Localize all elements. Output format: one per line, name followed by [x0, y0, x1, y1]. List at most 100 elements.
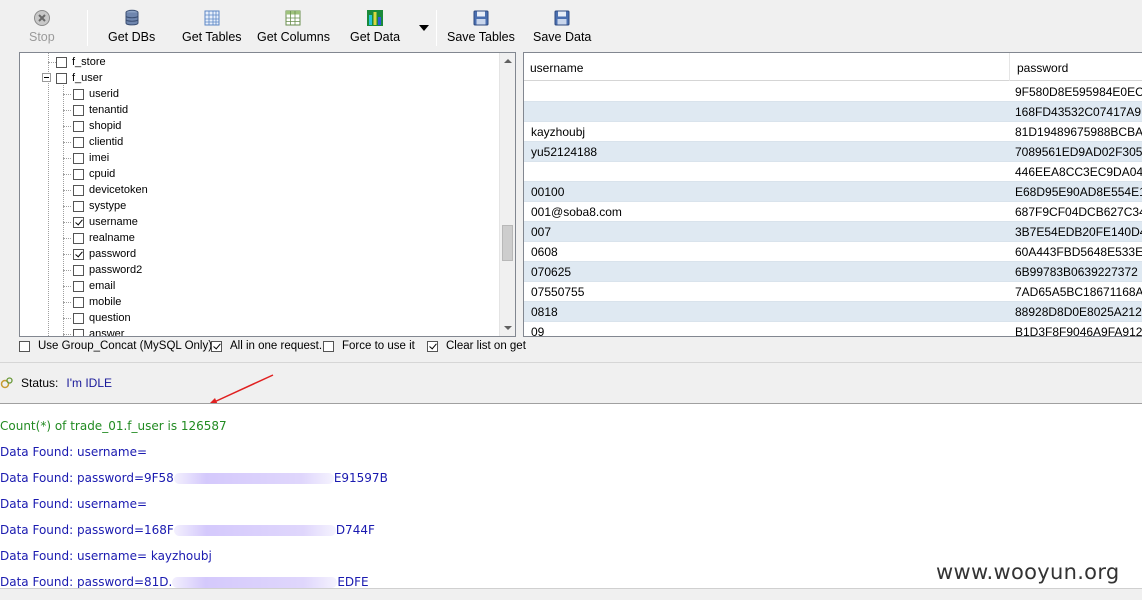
table-row[interactable]: 0818 88928D8D0E8025A212 [524, 302, 1142, 322]
tree-column-item[interactable]: userid [73, 86, 119, 102]
save-data-button[interactable]: Save Data [533, 9, 591, 47]
table-row[interactable]: 9F580D8E595984E0EC [524, 82, 1142, 102]
tree-column-item[interactable]: shopid [73, 118, 121, 134]
tree-column-item[interactable]: password2 [73, 262, 142, 278]
force-option[interactable]: Force to use it [323, 340, 415, 352]
column-checkbox[interactable] [73, 312, 84, 324]
column-checkbox[interactable] [73, 296, 84, 308]
all-in-one-checkbox[interactable] [211, 340, 222, 352]
tree-node-f-user[interactable]: f_user [56, 70, 103, 86]
table-row[interactable]: 007 3B7E54EDB20FE140D4 [524, 222, 1142, 242]
option-label: Force to use it [342, 340, 415, 352]
columns-icon [285, 10, 301, 26]
tree-guide-line [48, 53, 49, 336]
get-data-dropdown-arrow[interactable] [419, 25, 429, 31]
all-in-one-option[interactable]: All in one request. [211, 340, 322, 352]
force-checkbox[interactable] [323, 340, 334, 352]
column-checkbox[interactable] [73, 264, 84, 276]
table-row[interactable]: 446EEA8CC3EC9DA04D [524, 162, 1142, 182]
column-checkbox[interactable] [73, 184, 84, 196]
table-row[interactable]: 00100 E68D95E90AD8E554E1 [524, 182, 1142, 202]
column-checkbox[interactable] [73, 152, 84, 164]
tree-column-item[interactable]: mobile [73, 294, 121, 310]
schema-tree[interactable]: f_store f_user userid tenantid shopid clien… [19, 52, 516, 337]
group-concat-option[interactable]: Use Group_Concat (MySQL Only) [19, 340, 212, 352]
column-checkbox[interactable] [73, 104, 84, 116]
column-label: imei [89, 152, 110, 164]
status-label: Status: [21, 376, 59, 390]
tree-column-item[interactable]: devicetoken [73, 182, 148, 198]
scroll-up-arrow-icon[interactable] [504, 59, 512, 63]
tree-column-item[interactable]: question [73, 310, 131, 326]
horizontal-scrollbar[interactable] [0, 588, 1142, 600]
column-checkbox[interactable] [73, 120, 84, 132]
table-row[interactable]: 168FD43532C07417A9 [524, 102, 1142, 122]
column-checkbox[interactable] [73, 216, 84, 228]
get-dbs-button[interactable]: Get DBs [108, 9, 155, 47]
table-row[interactable]: 09 B1D3F8F9046A9FA912 [524, 322, 1142, 336]
get-tables-button[interactable]: Get Tables [182, 9, 242, 47]
column-label: password2 [89, 264, 143, 276]
get-dbs-label: Get DBs [108, 30, 156, 44]
column-divider[interactable] [1009, 53, 1010, 81]
column-checkbox[interactable] [73, 280, 84, 292]
stop-button[interactable]: Stop [29, 9, 55, 47]
tree-checkbox[interactable] [56, 72, 67, 84]
tree-column-item[interactable]: username [73, 214, 138, 230]
tree-column-item[interactable]: tenantid [73, 102, 128, 118]
watermark: www.wooyun.org [936, 560, 1120, 584]
tree-column-item[interactable]: cpuid [73, 166, 115, 182]
clear-list-option[interactable]: Clear list on get [427, 340, 526, 352]
toolbar-separator [436, 10, 437, 46]
table-row[interactable]: 0608 60A443FBD5648E533E [524, 242, 1142, 262]
clear-list-checkbox[interactable] [427, 340, 438, 352]
scroll-down-arrow-icon[interactable] [504, 326, 512, 330]
password-cell: 3B7E54EDB20FE140D4 [1015, 225, 1142, 239]
tree-column-item[interactable]: systype [73, 198, 126, 214]
username-cell: 0608 [531, 245, 558, 259]
collapse-icon[interactable] [42, 73, 51, 82]
password-cell: 81D19489675988BCBA [1015, 125, 1142, 139]
column-checkbox[interactable] [73, 136, 84, 148]
column-label: mobile [89, 296, 122, 308]
tree-vertical-scrollbar[interactable] [499, 53, 515, 336]
column-checkbox[interactable] [73, 232, 84, 244]
status-icon [0, 377, 13, 389]
table-row[interactable]: kayzhoubj 81D19489675988BCBA [524, 122, 1142, 142]
get-data-button[interactable]: Get Data [350, 9, 400, 47]
tree-guide-line [63, 238, 71, 239]
tree-column-item[interactable]: imei [73, 150, 109, 166]
tree-guide-line [63, 334, 71, 335]
username-cell: 070625 [531, 265, 572, 279]
table-row[interactable]: yu52124188 7089561ED9AD02F305 [524, 142, 1142, 162]
table-row[interactable]: 001@soba8.com 687F9CF04DCB627C34 [524, 202, 1142, 222]
group-concat-checkbox[interactable] [19, 340, 30, 352]
table-row[interactable]: 07550755 7AD65A5BC18671168A [524, 282, 1142, 302]
column-checkbox[interactable] [73, 328, 84, 336]
redaction-blur [173, 525, 336, 536]
tree-column-item[interactable]: email [73, 278, 115, 294]
tree-node-label: f_store [72, 56, 106, 68]
save-tables-button[interactable]: Save Tables [447, 9, 515, 47]
column-checkbox[interactable] [73, 200, 84, 212]
get-columns-button[interactable]: Get Columns [257, 9, 330, 47]
column-header-username[interactable]: username [530, 61, 583, 75]
table-row[interactable]: 070625 6B99783B0639227372 [524, 262, 1142, 282]
scrollbar-thumb[interactable] [502, 225, 513, 261]
tree-column-item[interactable]: realname [73, 230, 135, 246]
tree-checkbox[interactable] [56, 56, 67, 68]
tree-column-item[interactable]: clientid [73, 134, 123, 150]
column-header-password[interactable]: password [1017, 61, 1068, 75]
tree-column-item[interactable]: answer [73, 326, 124, 336]
column-checkbox[interactable] [73, 168, 84, 180]
tree-node-f-store[interactable]: f_store [56, 54, 106, 70]
tree-column-item[interactable]: password [73, 246, 136, 262]
column-label: clientid [89, 136, 124, 148]
column-label: shopid [89, 120, 122, 132]
column-checkbox[interactable] [73, 88, 84, 100]
tree-guide-line [63, 94, 71, 95]
tree-guide-line [63, 110, 71, 111]
get-columns-label: Get Columns [257, 30, 330, 44]
column-checkbox[interactable] [73, 248, 84, 260]
data-grid[interactable]: username password 9F580D8E595984E0EC 168F… [523, 52, 1142, 337]
